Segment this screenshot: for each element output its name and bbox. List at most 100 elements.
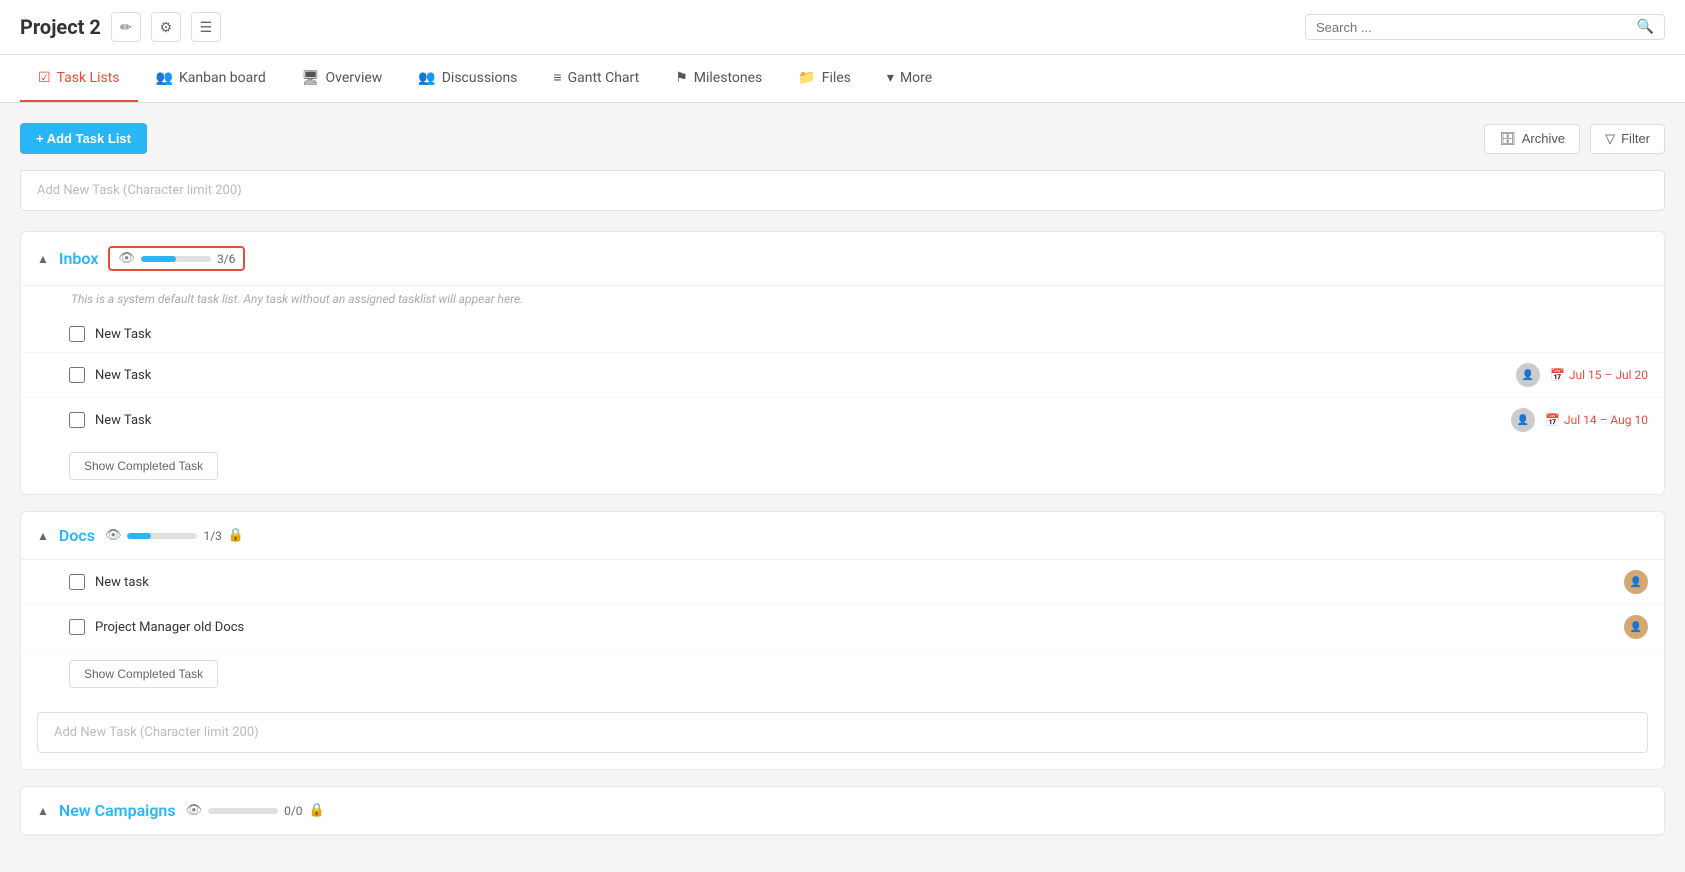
more-chevron-icon: ▾	[887, 70, 894, 86]
tab-discussions[interactable]: 👥 Discussions	[400, 55, 535, 102]
new-campaigns-section: ▲ New Campaigns 👁 0/0 🔒	[20, 786, 1665, 836]
docs-task-2-avatar: 👤	[1624, 615, 1648, 639]
add-new-task-top-placeholder: Add New Task (Character limit 200)	[37, 183, 242, 198]
filter-label: Filter	[1621, 131, 1650, 146]
new-campaigns-collapse-button[interactable]: ▲	[37, 804, 49, 818]
tab-kanban[interactable]: 👥 Kanban board	[138, 55, 284, 102]
archive-icon: 🗄	[1499, 131, 1516, 147]
tab-overview[interactable]: 🖥 Overview	[284, 55, 401, 102]
docs-progress-bar	[127, 533, 197, 539]
search-input[interactable]	[1316, 20, 1629, 35]
inbox-progress-fill	[141, 256, 176, 262]
tab-task-lists-label: Task Lists	[57, 70, 120, 86]
archive-button[interactable]: 🗄 Archive	[1484, 124, 1580, 154]
inbox-progress-badge: 👁 3/6	[108, 246, 245, 271]
search-box: 🔍	[1305, 14, 1665, 40]
task-3-name: New Task	[95, 413, 1501, 428]
tab-discussions-label: Discussions	[442, 70, 518, 86]
add-new-task-top[interactable]: Add New Task (Character limit 200)	[20, 170, 1665, 211]
tab-gantt-label: Gantt Chart	[568, 70, 640, 86]
project-title: Project 2	[20, 15, 101, 39]
docs-progress-fill	[127, 533, 150, 539]
add-new-task-bottom[interactable]: Add New Task (Character limit 200)	[37, 712, 1648, 753]
docs-lock-icon: 🔒	[228, 528, 244, 543]
task-2-avatar: 👤	[1516, 363, 1540, 387]
search-icon: 🔍	[1637, 19, 1654, 35]
kanban-icon: 👥	[156, 70, 173, 86]
inbox-description: This is a system default task list. Any …	[21, 286, 1664, 316]
main-content: + Add Task List 🗄 Archive ▽ Filter Add N…	[0, 103, 1685, 872]
task-1-name: New Task	[95, 327, 1648, 342]
inbox-section: ▲ Inbox 👁 3/6 This is a system default t…	[20, 231, 1665, 495]
tab-task-lists[interactable]: ☑ Task Lists	[20, 55, 138, 102]
new-campaigns-eye-icon: 👁	[186, 803, 203, 818]
docs-task-2-name: Project Manager old Docs	[95, 620, 1614, 635]
tab-files-label: Files	[822, 70, 851, 86]
notes-button[interactable]: ☰	[191, 12, 221, 42]
tab-gantt[interactable]: ≡ Gantt Chart	[535, 55, 657, 102]
new-campaigns-lock-icon: 🔒	[309, 803, 325, 818]
inbox-progress-label: 3/6	[217, 252, 235, 266]
new-campaigns-progress-label: 0/0	[284, 804, 302, 818]
task-item: New Task 👤 📅 Jul 15 – Jul 20	[21, 353, 1664, 398]
filter-button[interactable]: ▽ Filter	[1590, 124, 1665, 154]
inbox-eye-icon: 👁	[118, 251, 135, 266]
new-campaigns-progress-inline: 👁 0/0 🔒	[186, 803, 325, 818]
settings-icon: ⚙	[160, 19, 173, 36]
task-3-checkbox[interactable]	[69, 412, 85, 428]
inbox-collapse-button[interactable]: ▲	[37, 252, 49, 266]
new-campaigns-title: New Campaigns	[59, 801, 176, 820]
docs-collapse-button[interactable]: ▲	[37, 529, 49, 543]
docs-eye-icon: 👁	[105, 528, 122, 543]
notes-icon: ☰	[200, 19, 213, 36]
edit-icon: ✏	[120, 19, 132, 36]
docs-progress-inline: 👁 1/3 🔒	[105, 528, 244, 543]
toolbar: + Add Task List 🗄 Archive ▽ Filter	[20, 123, 1665, 154]
tab-milestones-label: Milestones	[694, 70, 763, 86]
edit-button[interactable]: ✏	[111, 12, 141, 42]
docs-task-1-name: New task	[95, 575, 1614, 590]
tab-kanban-label: Kanban board	[179, 70, 266, 86]
docs-task-1-avatar: 👤	[1624, 570, 1648, 594]
header-left: Project 2 ✏ ⚙ ☰	[20, 12, 221, 42]
tab-overview-label: Overview	[326, 70, 383, 86]
docs-show-completed-button[interactable]: Show Completed Task	[69, 660, 218, 688]
nav-tabs: ☑ Task Lists 👥 Kanban board 🖥 Overview 👥…	[0, 55, 1685, 103]
toolbar-right: 🗄 Archive ▽ Filter	[1484, 124, 1665, 154]
milestones-icon: ⚑	[675, 70, 688, 86]
docs-progress-label: 1/3	[203, 529, 221, 543]
add-task-list-button[interactable]: + Add Task List	[20, 123, 147, 154]
task-item: New task 👤	[21, 560, 1664, 605]
docs-task-2-checkbox[interactable]	[69, 619, 85, 635]
calendar-icon: 📅	[1550, 368, 1565, 382]
docs-task-1-checkbox[interactable]	[69, 574, 85, 590]
task-2-name: New Task	[95, 368, 1506, 383]
task-3-avatar: 👤	[1511, 408, 1535, 432]
inbox-section-header: ▲ Inbox 👁 3/6	[21, 232, 1664, 286]
header: Project 2 ✏ ⚙ ☰ 🔍	[0, 0, 1685, 55]
new-campaigns-progress-bar	[208, 808, 278, 814]
task-2-checkbox[interactable]	[69, 367, 85, 383]
gantt-icon: ≡	[553, 69, 561, 86]
task-item: New Task	[21, 316, 1664, 353]
discussions-icon: 👥	[418, 70, 435, 86]
task-1-checkbox[interactable]	[69, 326, 85, 342]
files-icon: 📁	[798, 70, 815, 86]
tab-milestones[interactable]: ⚑ Milestones	[657, 55, 780, 102]
calendar-icon-2: 📅	[1545, 413, 1560, 427]
add-task-list-label: + Add Task List	[36, 131, 131, 146]
docs-section: ▲ Docs 👁 1/3 🔒 New task 👤 Project Manage…	[20, 511, 1665, 770]
inbox-show-completed-button[interactable]: Show Completed Task	[69, 452, 218, 480]
filter-icon: ▽	[1605, 131, 1615, 147]
docs-section-header: ▲ Docs 👁 1/3 🔒	[21, 512, 1664, 560]
tab-more[interactable]: ▾ More	[869, 55, 950, 102]
task-2-date: 📅 Jul 15 – Jul 20	[1550, 368, 1648, 382]
settings-button[interactable]: ⚙	[151, 12, 181, 42]
tab-files[interactable]: 📁 Files	[780, 55, 869, 102]
task-3-date: 📅 Jul 14 – Aug 10	[1545, 413, 1648, 427]
task-item: Project Manager old Docs 👤	[21, 605, 1664, 650]
tab-more-label: More	[900, 70, 932, 86]
new-campaigns-header: ▲ New Campaigns 👁 0/0 🔒	[21, 787, 1664, 835]
overview-icon: 🖥	[302, 70, 320, 86]
add-new-task-bottom-placeholder: Add New Task (Character limit 200)	[54, 725, 259, 740]
